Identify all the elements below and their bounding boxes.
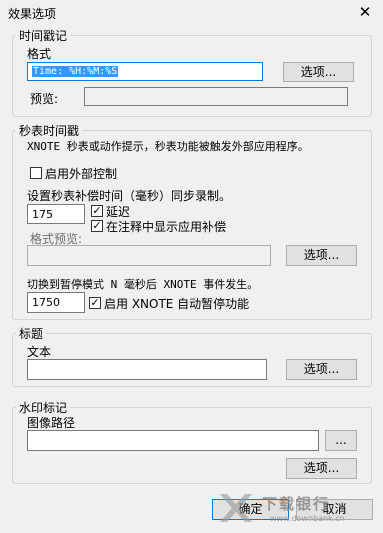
site-watermark-url: www.downbank.cn xyxy=(270,514,345,523)
preview-box xyxy=(84,87,348,106)
site-watermark-text: 下载银行 xyxy=(262,495,331,513)
format-input[interactable]: Time: %H:%M:%S xyxy=(27,62,263,81)
watermark-options-button[interactable]: 选项... xyxy=(286,458,357,479)
auto-pause-checkbox[interactable]: ✓ xyxy=(89,297,101,309)
pause-input[interactable]: 1750 xyxy=(27,292,85,313)
heading-options-button[interactable]: 选项... xyxy=(286,359,357,380)
browse-button[interactable]: ... xyxy=(325,430,357,451)
check-icon: ✓ xyxy=(90,296,100,309)
timestamp-options-button[interactable]: 选项... xyxy=(283,62,354,82)
format-label: 格式 xyxy=(27,47,52,61)
external-control-label: 启用外部控制 xyxy=(45,167,118,181)
image-path-label: 图像路径 xyxy=(27,416,76,430)
format-preview-box xyxy=(27,245,271,266)
compensation-input[interactable]: 175 xyxy=(27,204,85,224)
preview-label: 预览: xyxy=(30,92,59,106)
timestamp-legend: 时间戳记 xyxy=(19,29,68,43)
stopwatch-description: XNOTE 秒表或动作提示，秒表功能被触发外部应用程序。 xyxy=(27,140,309,153)
heading-text-input[interactable] xyxy=(27,359,267,380)
close-icon[interactable]: ✕ xyxy=(357,4,373,20)
stopwatch-options-button[interactable]: 选项... xyxy=(286,245,357,266)
image-path-input[interactable] xyxy=(27,430,319,451)
delay-checkbox[interactable]: ✓ xyxy=(91,205,103,217)
stopwatch-legend: 秒表时间戳 xyxy=(19,124,80,138)
show-compensation-label: 在注释中显示应用补偿 xyxy=(106,220,227,234)
window-title: 效果选项 xyxy=(8,7,57,21)
show-compensation-checkbox[interactable]: ✓ xyxy=(91,220,103,232)
auto-pause-label: 启用 XNOTE 自动暂停功能 xyxy=(104,297,250,311)
check-icon: ✓ xyxy=(92,219,102,232)
heading-text-label: 文本 xyxy=(27,345,52,359)
heading-legend: 标题 xyxy=(19,327,44,341)
external-control-checkbox[interactable] xyxy=(30,167,42,179)
compensation-description: 设置秒表补偿时间（毫秒）同步录制。 xyxy=(27,189,232,203)
format-value: Time: %H:%M:%S xyxy=(32,66,119,77)
pause-description: 切换到暂停模式 N 毫秒后 XNOTE 事件发生。 xyxy=(27,278,259,291)
check-icon: ✓ xyxy=(92,204,102,217)
site-logo-icon xyxy=(216,488,256,528)
